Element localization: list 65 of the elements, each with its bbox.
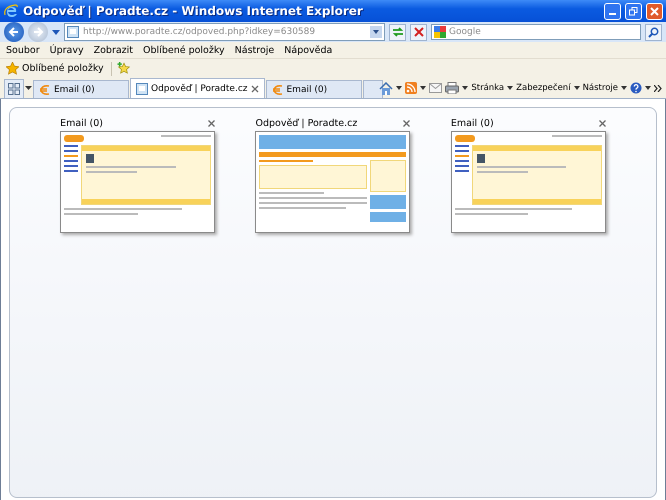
search-provider-icon: [434, 26, 446, 38]
caret-icon[interactable]: [574, 86, 580, 90]
command-menu-button[interactable]: Stránka: [471, 83, 514, 93]
grid-icon: [8, 83, 20, 95]
browser-tab[interactable]: Odpověď | Poradte.cz: [130, 78, 264, 98]
stop-button[interactable]: [410, 24, 427, 40]
restore-icon: [629, 6, 638, 16]
euro-sign-icon: [272, 84, 284, 94]
stop-icon: [414, 27, 424, 37]
page-icon: [136, 82, 148, 94]
home-icon[interactable]: [379, 82, 394, 94]
close-tab-icon[interactable]: [250, 84, 258, 92]
search-icon: [648, 26, 659, 38]
caret-icon[interactable]: [507, 86, 514, 90]
back-arrow-icon: [8, 26, 20, 38]
menu-item[interactable]: Nápověda: [280, 44, 336, 56]
favorites-button[interactable]: Oblíbené položky: [4, 62, 106, 75]
search-field[interactable]: Google: [431, 24, 641, 40]
browser-tab[interactable]: Email (0): [33, 80, 129, 98]
close-button[interactable]: [646, 2, 663, 20]
close-icon[interactable]: [598, 120, 606, 126]
minimize-icon: [609, 13, 616, 15]
forward-arrow-icon: [32, 26, 44, 38]
browser-tab[interactable]: Email (0): [266, 80, 362, 98]
menu-item[interactable]: Zobrazit: [90, 44, 138, 56]
minimize-button[interactable]: [604, 2, 621, 20]
thumbnail-title: Email (0): [450, 118, 494, 128]
dropdown-caret-icon[interactable]: [52, 30, 60, 34]
browser-logo-icon: [3, 3, 19, 19]
close-icon: [650, 6, 659, 16]
tab-list-caret-icon[interactable]: [25, 86, 32, 90]
menu-item[interactable]: Oblíbené položky: [139, 44, 229, 56]
refresh-button[interactable]: [389, 24, 406, 40]
window-title: Odpověď | Poradte.cz - Windows Internet Explorer: [23, 4, 364, 18]
caret-icon[interactable]: [462, 86, 468, 90]
page-thumbnail[interactable]: [450, 131, 606, 233]
caret-icon[interactable]: [621, 86, 627, 90]
quick-tabs-button[interactable]: [4, 79, 24, 98]
help-icon[interactable]: [630, 82, 642, 94]
restore-button[interactable]: [625, 2, 642, 20]
caret-icon[interactable]: [645, 86, 651, 90]
more-chevron-icon[interactable]: [654, 84, 662, 92]
euro-sign-icon: [39, 84, 51, 94]
dropdown-caret-icon[interactable]: [370, 26, 382, 38]
thumbnail-title: Odpověď | Poradte.cz: [255, 118, 358, 128]
menu-item[interactable]: Nástroje: [230, 44, 278, 56]
search-button[interactable]: [645, 24, 662, 40]
new-tab-button[interactable]: [362, 80, 382, 98]
star-icon: [6, 62, 19, 75]
command-menu-button[interactable]: Zabezpečení: [516, 83, 580, 93]
caret-icon[interactable]: [396, 86, 402, 90]
command-menu-button[interactable]: Nástroje: [582, 83, 627, 93]
page-thumbnail[interactable]: [255, 131, 410, 233]
add-favorite-icon[interactable]: [116, 62, 131, 75]
back-button[interactable]: [4, 22, 24, 42]
print-icon[interactable]: [445, 82, 460, 94]
page-icon: [67, 26, 79, 38]
caret-icon[interactable]: [420, 86, 426, 90]
menu-item[interactable]: Soubor: [2, 44, 44, 56]
close-icon[interactable]: [403, 120, 410, 126]
thumbnail-title: Email (0): [60, 118, 103, 128]
refresh-icon: [392, 26, 404, 38]
page-thumbnail[interactable]: [60, 131, 216, 233]
close-icon[interactable]: [208, 120, 216, 126]
menu-item[interactable]: Úpravy: [46, 44, 88, 56]
